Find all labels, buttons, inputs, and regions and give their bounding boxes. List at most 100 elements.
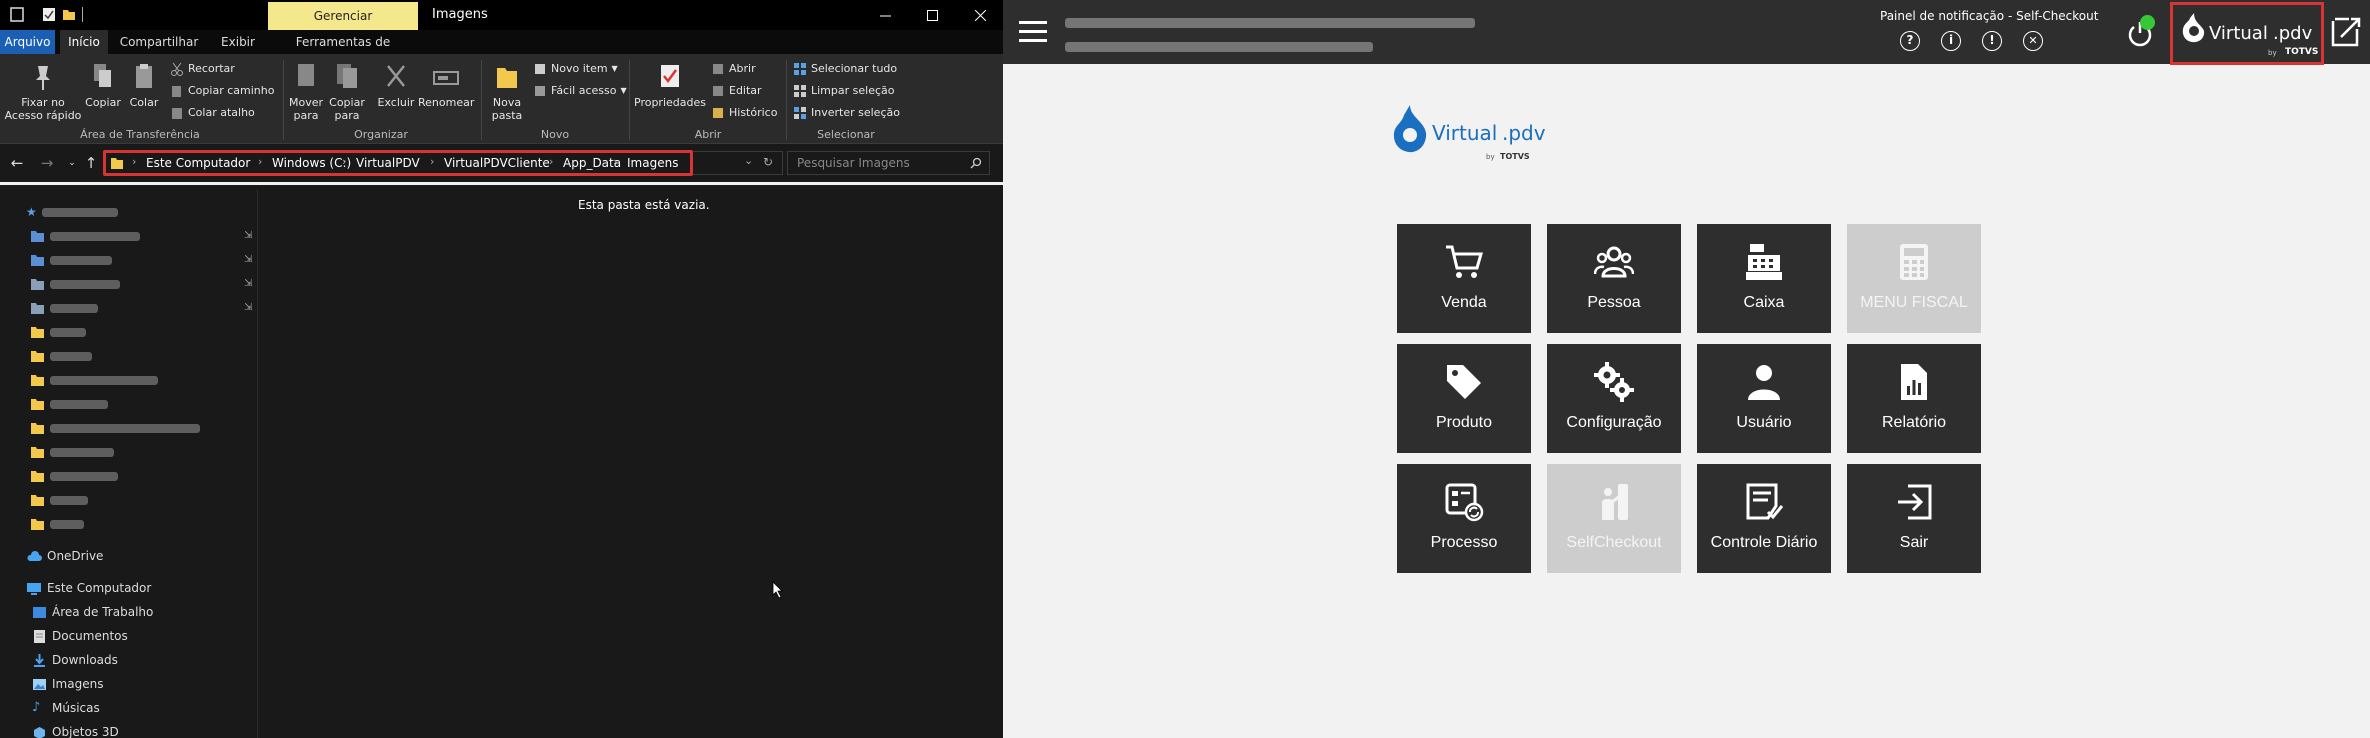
pictures-icon — [33, 678, 46, 690]
tile-caixa[interactable]: Caixa — [1697, 224, 1831, 333]
alert-icon[interactable]: ! — [1982, 31, 2002, 51]
edit-button[interactable]: Editar — [711, 82, 762, 100]
nav-folder-item[interactable] — [30, 226, 140, 246]
move-to-button[interactable]: Mover para — [287, 62, 325, 122]
up-button[interactable]: ↑ — [82, 154, 100, 172]
info-icon[interactable]: i — [1941, 31, 1961, 51]
open-label: Abrir — [729, 62, 756, 75]
nav-folder-item[interactable] — [30, 370, 158, 390]
ribbon: Fixar no Acesso rápido Copiar Colar Reco… — [0, 54, 1003, 144]
nav-folder-item[interactable] — [30, 514, 84, 534]
maximize-button[interactable] — [909, 0, 955, 30]
folder-icon — [31, 398, 44, 410]
menu-hamburger-icon[interactable] — [1019, 21, 1047, 43]
tab-ferramentas-imagem[interactable]: Ferramentas de Imagem — [274, 30, 412, 73]
redacted-text — [50, 447, 114, 457]
nav-folder-item[interactable] — [30, 394, 108, 414]
help-icon[interactable]: ? — [1900, 31, 1920, 51]
nav-folder-item[interactable] — [30, 442, 114, 462]
copy-to-button[interactable]: Copiar para — [328, 62, 366, 122]
tab-arquivo[interactable]: Arquivo — [0, 30, 55, 54]
forward-button[interactable]: → — [38, 154, 56, 172]
address-dropdown-icon[interactable]: ⌄ — [744, 154, 753, 167]
nav-documents[interactable]: Documentos — [32, 626, 128, 646]
nav-folder-item[interactable] — [30, 418, 200, 438]
nav-this-pc[interactable]: Este Computador — [26, 578, 151, 598]
nav-folder-item[interactable] — [30, 466, 118, 486]
tab-inicio[interactable]: Início — [60, 30, 108, 54]
tile-processo[interactable]: Processo — [1397, 464, 1531, 573]
select-all-button[interactable]: Selecionar tudo — [793, 60, 897, 78]
tile-sair[interactable]: Sair — [1847, 464, 1981, 573]
properties-icon — [661, 65, 679, 87]
search-input[interactable]: Pesquisar Imagens — [787, 151, 990, 175]
mouse-cursor-icon — [772, 581, 783, 599]
tile-relatorio[interactable]: Relatório — [1847, 344, 1981, 453]
tile-produto[interactable]: Produto — [1397, 344, 1531, 453]
search-placeholder: Pesquisar Imagens — [797, 156, 910, 170]
back-button[interactable]: ← — [8, 154, 26, 172]
redacted-text — [50, 255, 112, 265]
tile-configuracao[interactable]: Configuração — [1547, 344, 1681, 453]
new-folder-label: Nova pasta — [491, 96, 523, 122]
invert-selection-button[interactable]: Inverter seleção — [793, 104, 900, 122]
tile-venda[interactable]: Venda — [1397, 224, 1531, 333]
address-row: ← → ⌄ ↑ › Este Computador › Windows (C:)… — [0, 148, 1003, 178]
nav-3d-objects[interactable]: Objetos 3D — [32, 722, 119, 738]
close-button[interactable] — [957, 0, 1003, 30]
history-label: Histórico — [729, 106, 778, 119]
expand-icon[interactable] — [2329, 15, 2363, 49]
dropdown-caret-icon: ▼ — [611, 64, 618, 73]
delete-button[interactable]: Excluir — [376, 62, 416, 109]
cut-label: Recortar — [188, 62, 235, 75]
minimize-button[interactable] — [862, 0, 908, 30]
paste-button[interactable]: Colar — [125, 62, 163, 109]
nav-downloads[interactable]: Downloads — [32, 650, 118, 670]
tab-compartilhar[interactable]: Compartilhar — [117, 30, 201, 54]
folder-icon — [31, 446, 44, 458]
properties-quick-icon[interactable] — [42, 7, 56, 22]
properties-button[interactable]: Propriedades — [634, 62, 706, 109]
rename-button[interactable]: Renomear — [418, 62, 474, 109]
pin-quick-access-button[interactable]: Fixar no Acesso rápido — [4, 62, 82, 122]
cut-button[interactable]: Recortar — [170, 60, 235, 78]
tile-menu-fiscal[interactable]: MENU FISCAL — [1847, 224, 1981, 333]
nav-folder-item[interactable] — [30, 298, 98, 318]
quick-access-item[interactable]: ★ — [26, 202, 118, 222]
clear-selection-button[interactable]: Limpar seleção — [793, 82, 894, 100]
tile-controle-diario[interactable]: Controle Diário — [1697, 464, 1831, 573]
nav-desktop[interactable]: Área de Trabalho — [32, 602, 153, 622]
copy-path-button[interactable]: Copiar caminho — [170, 82, 274, 100]
nav-folder-item[interactable] — [30, 274, 120, 294]
history-button[interactable]: Histórico — [711, 104, 777, 122]
new-item-button[interactable]: Novo item ▼ — [533, 60, 618, 78]
open-button[interactable]: Abrir — [711, 60, 756, 78]
window-icon — [10, 7, 24, 22]
paste-shortcut-button[interactable]: Colar atalho — [170, 104, 255, 122]
easy-access-label: Fácil acesso — [551, 84, 617, 97]
nav-folder-item[interactable] — [30, 322, 86, 342]
tile-pessoa[interactable]: Pessoa — [1547, 224, 1681, 333]
new-folder-button[interactable]: Nova pasta — [485, 62, 529, 122]
nav-folder-item[interactable] — [30, 490, 88, 510]
nav-music[interactable]: ♪ Músicas — [32, 698, 100, 718]
rename-icon — [433, 71, 459, 85]
nav-folder-item[interactable] — [30, 346, 92, 366]
search-icon — [970, 157, 982, 169]
new-folder-quick-icon[interactable] — [62, 7, 76, 22]
nav-pictures-label: Imagens — [52, 677, 104, 691]
copy-button[interactable]: Copiar — [84, 62, 122, 109]
refresh-icon[interactable]: ↻ — [763, 155, 773, 169]
tab-exibir[interactable]: Exibir — [210, 30, 266, 54]
close-circle-icon[interactable]: ✕ — [2023, 31, 2043, 51]
easy-access-button[interactable]: Fácil acesso ▼ — [533, 82, 627, 100]
nav-pictures[interactable]: Imagens — [32, 674, 103, 694]
paste-shortcut-icon — [172, 108, 182, 119]
tile-selfcheckout[interactable]: SelfCheckout — [1547, 464, 1681, 573]
nav-folder-item[interactable] — [30, 250, 112, 270]
recent-locations-button[interactable]: ⌄ — [63, 154, 81, 172]
tile-usuario[interactable]: Usuário — [1697, 344, 1831, 453]
manage-context-tab[interactable]: Gerenciar — [268, 2, 418, 30]
nav-onedrive[interactable]: OneDrive — [26, 546, 103, 566]
properties-label: Propriedades — [634, 96, 706, 109]
